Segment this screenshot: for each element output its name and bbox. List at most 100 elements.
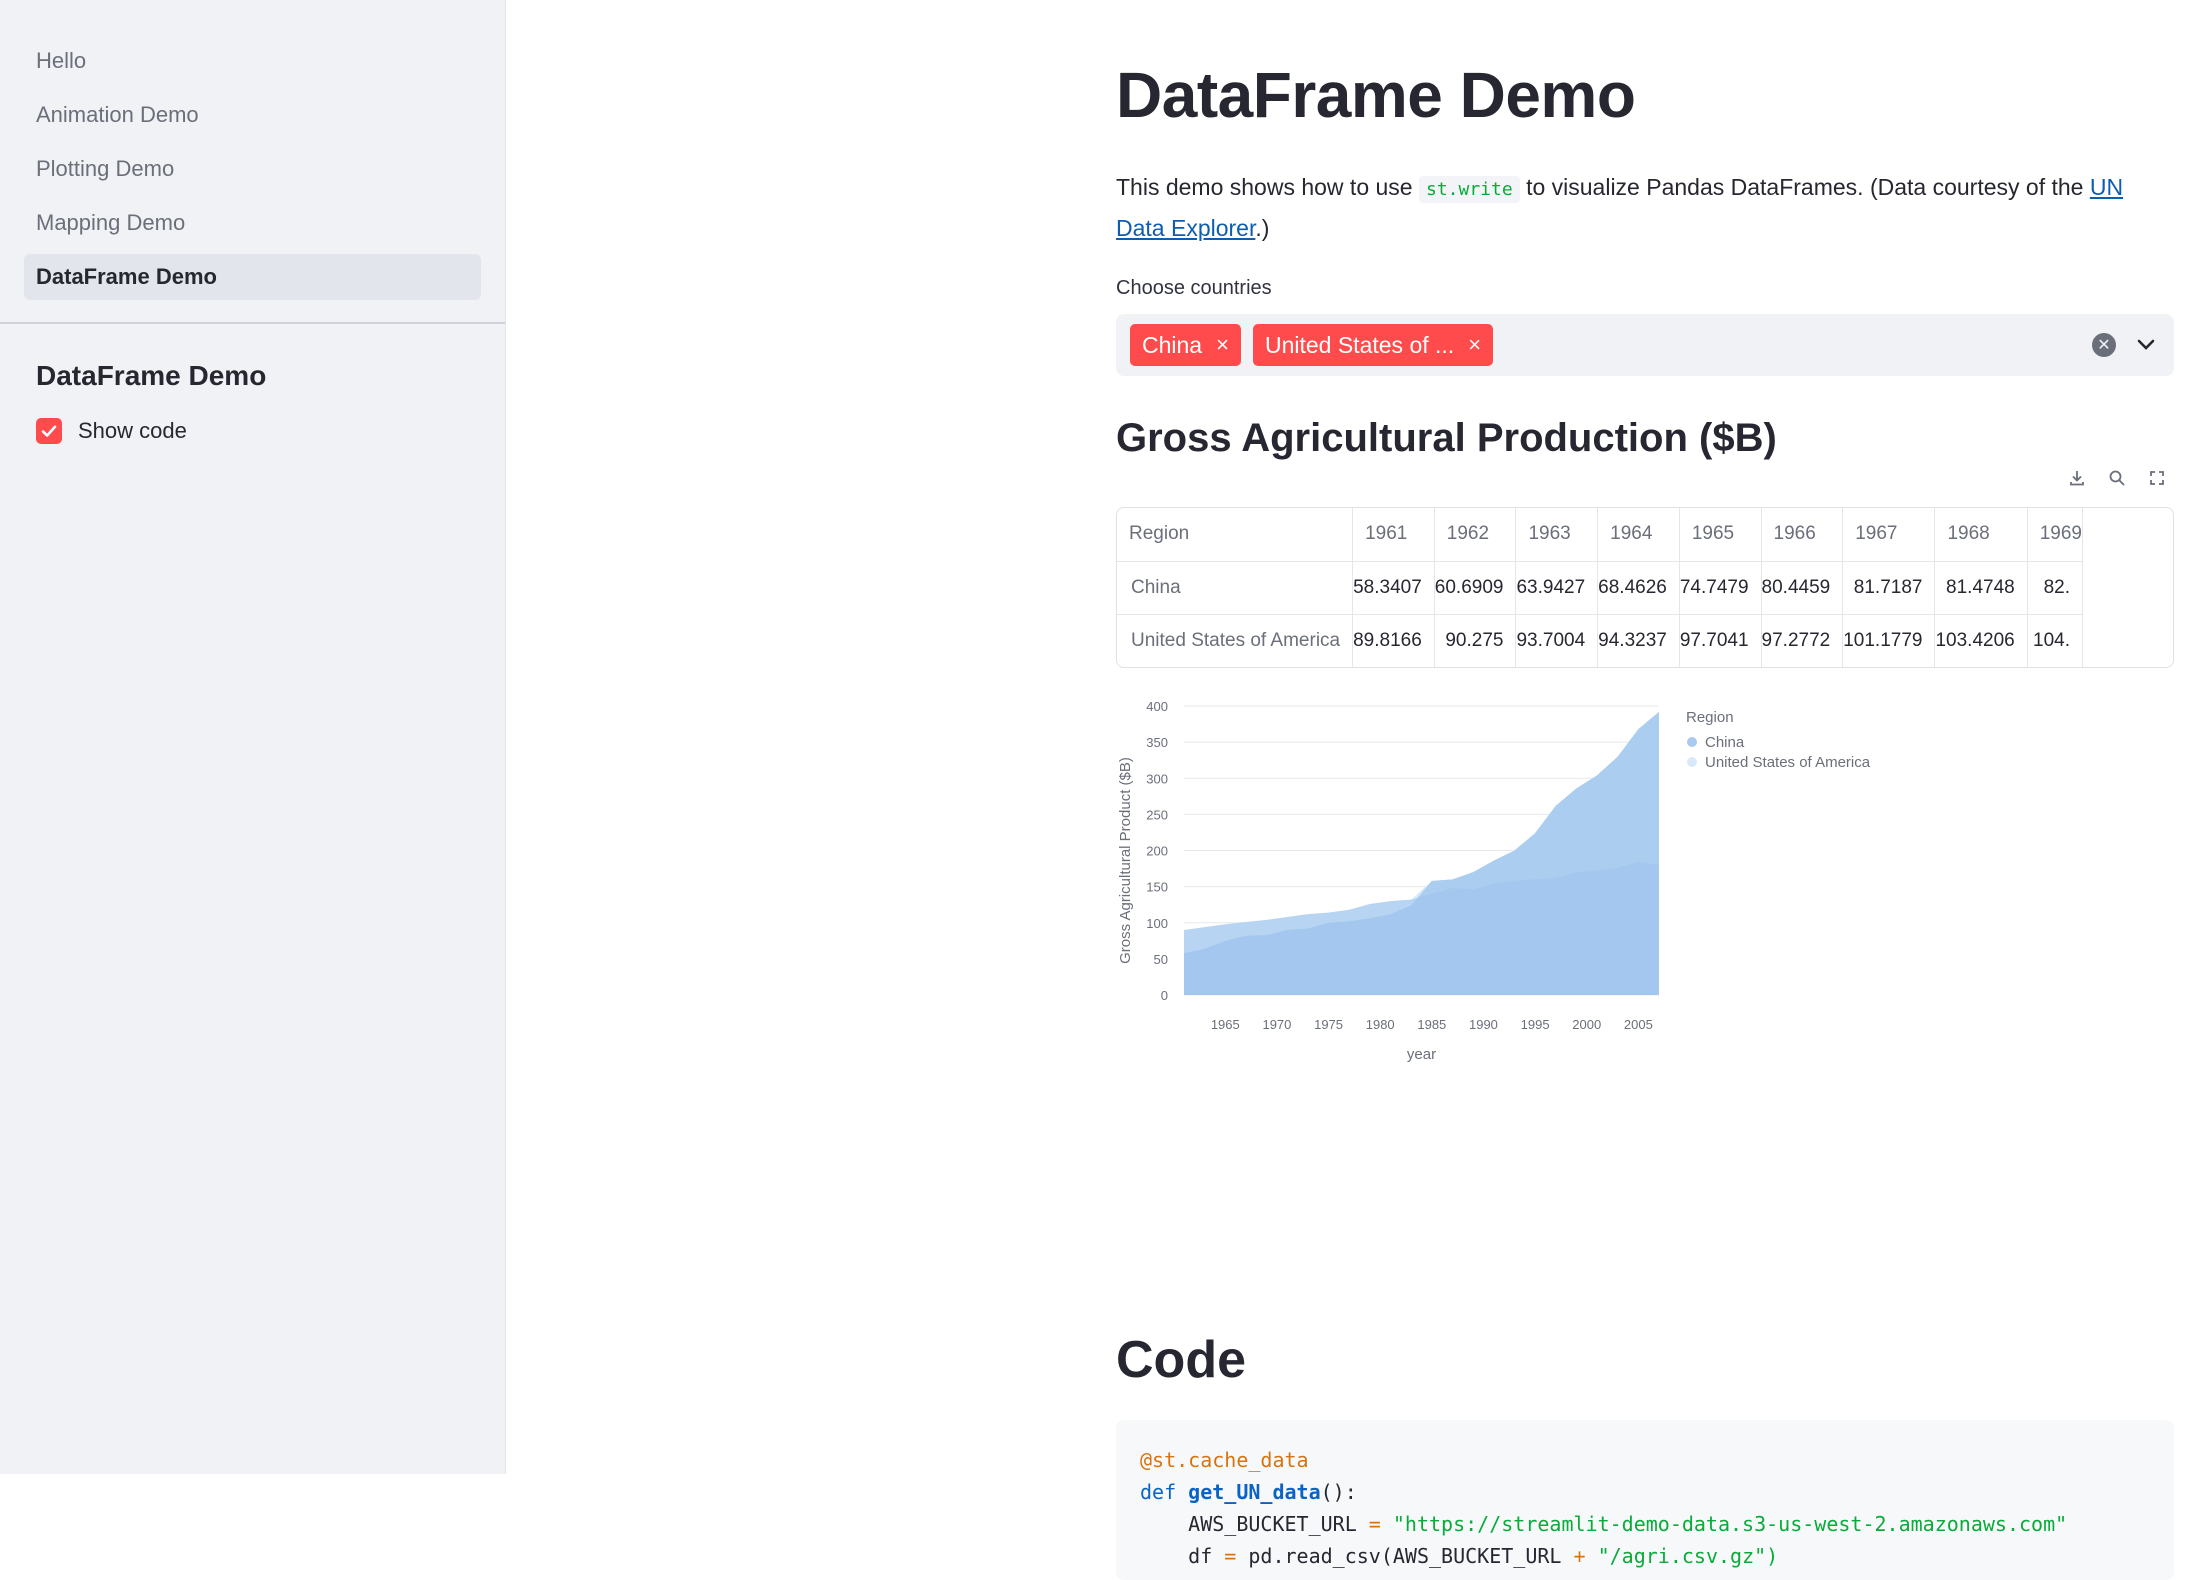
search-icon[interactable] <box>2104 465 2130 491</box>
table-cell: 103.4206 <box>1934 614 2028 667</box>
column-header[interactable]: 1961 <box>1352 508 1435 562</box>
y-tick-label: 200 <box>1146 844 1168 859</box>
close-icon[interactable]: × <box>1468 332 1481 358</box>
legend-swatch <box>1687 737 1697 747</box>
code-token: AWS_BUCKET_URL <box>1140 1512 1369 1536</box>
code-token: get_UN_data <box>1188 1480 1321 1504</box>
x-tick-label: 1970 <box>1262 1017 1291 1032</box>
code-line: AWS_BUCKET_URL = "https://streamlit-demo… <box>1140 1508 2150 1540</box>
table-cell: 81.4748 <box>1934 561 2028 615</box>
show-code-checkbox[interactable]: Show code <box>36 418 469 444</box>
area-chart[interactable]: 0 50 100 150 200 250 300 350 400 1965 1970 1975 1980… <box>1116 686 2174 1246</box>
table-cell: 74.7479 <box>1679 561 1762 615</box>
table-cell: 97.7041 <box>1679 614 1762 667</box>
table-cell: 60.6909 <box>1434 561 1517 615</box>
table-cell: 97.2772 <box>1761 614 1844 667</box>
code-token: pd.read_csv(AWS_BUCKET_URL <box>1236 1544 1574 1568</box>
code-block: @st.cache_datadef get_UN_data(): AWS_BUC… <box>1116 1420 2174 1580</box>
x-tick-label: 1985 <box>1417 1017 1446 1032</box>
sidebar-item-dataframe-demo[interactable]: DataFrame Demo <box>24 254 481 300</box>
sidebar-section: DataFrame Demo Show code <box>0 324 505 480</box>
y-tick-label: 100 <box>1146 916 1168 931</box>
clear-icon[interactable]: ✕ <box>2092 333 2116 357</box>
sidebar: Hello Animation Demo Plotting Demo Mapping … <box>0 0 506 1474</box>
code-title: Code <box>1116 1331 1246 1389</box>
table-cell: 101.1779 <box>1842 614 1936 667</box>
table-cell: 90.275 <box>1434 614 1517 667</box>
y-tick-label: 400 <box>1146 699 1168 714</box>
y-tick-label: 250 <box>1146 807 1168 822</box>
legend-title: Region <box>1686 709 1734 726</box>
code-token: (): <box>1320 1480 1357 1504</box>
code-token: "https://streamlit-demo-data.s3-us-west-… <box>1380 1512 2068 1536</box>
download-icon[interactable] <box>2064 465 2090 491</box>
chevron-down-icon[interactable] <box>2136 335 2156 355</box>
countries-label: Choose countries <box>1116 277 1272 299</box>
code-line: @st.cache_data <box>1140 1444 2150 1476</box>
y-tick-label: 0 <box>1161 988 1168 1003</box>
table-row[interactable]: United States of America 89.8166 90.275 93.… <box>1117 614 2084 667</box>
fullscreen-icon[interactable] <box>2144 465 2170 491</box>
dataframe-toolbar <box>1116 465 2174 497</box>
table-cell: 63.9427 <box>1515 561 1599 615</box>
intro-text: This demo shows how to use st.write to v… <box>1116 168 2174 247</box>
column-header[interactable]: 1964 <box>1597 508 1680 562</box>
column-header[interactable]: 1962 <box>1434 508 1517 562</box>
countries-multiselect[interactable]: China × United States of ... × ✕ <box>1116 314 2174 376</box>
column-header[interactable]: 1966 <box>1761 508 1844 562</box>
country-tag: United States of ... × <box>1252 324 1494 366</box>
table-header-row: Region 1961 1962 1963 1964 1965 1966 1967 1968 19… <box>1117 508 2084 562</box>
check-icon[interactable] <box>36 418 62 444</box>
x-tick-label: 2000 <box>1572 1017 1601 1032</box>
column-header[interactable]: 1968 <box>1934 508 2028 562</box>
legend-swatch <box>1687 757 1697 767</box>
column-header[interactable]: 1965 <box>1679 508 1762 562</box>
country-tag: China × <box>1130 324 1241 366</box>
column-header[interactable]: 1967 <box>1842 508 1936 562</box>
y-axis-label: Gross Agricultural Product ($B) <box>1117 757 1134 964</box>
area-series-overlap <box>1184 862 1659 995</box>
code-token: = <box>1224 1544 1237 1568</box>
legend-item: United States of America <box>1705 754 1871 771</box>
page-title: DataFrame Demo <box>1116 59 1636 131</box>
code-token: def <box>1140 1480 1189 1504</box>
x-axis-label: year <box>1407 1046 1436 1063</box>
x-tick-label: 1990 <box>1469 1017 1498 1032</box>
sidebar-item-mapping-demo[interactable]: Mapping Demo <box>24 200 481 246</box>
intro-after: to visualize Pandas DataFrames. (Data co… <box>1519 174 2090 200</box>
code-token: + <box>1573 1544 1586 1568</box>
row-header: China <box>1117 561 1354 615</box>
show-code-label: Show code <box>78 418 187 443</box>
column-header[interactable]: Region <box>1117 508 1354 562</box>
legend-item: China <box>1705 734 1745 751</box>
row-header: United States of America <box>1117 614 1354 667</box>
sidebar-item-plotting-demo[interactable]: Plotting Demo <box>24 146 481 192</box>
x-tick-label: 1975 <box>1314 1017 1343 1032</box>
dataframe-table[interactable]: Region 1961 1962 1963 1964 1965 1966 1967 1968 19… <box>1116 507 2174 668</box>
table-body: China 58.3407 60.6909 63.9427 68.4626 74.7479… <box>1117 561 2084 667</box>
section-title: Gross Agricultural Production ($B) <box>1116 416 1777 460</box>
table-cell: 80.4459 <box>1761 561 1844 615</box>
x-tick-label: 2005 <box>1624 1017 1653 1032</box>
y-tick-label: 50 <box>1154 952 1168 967</box>
code-line: df = pd.read_csv(AWS_BUCKET_URL + "/agri… <box>1140 1540 2150 1572</box>
table-cell: 89.8166 <box>1352 614 1435 667</box>
column-header[interactable]: 1963 <box>1515 508 1599 562</box>
intro-end: .) <box>1255 215 1270 241</box>
code-token: @st.cache_data <box>1140 1448 1309 1472</box>
sidebar-item-hello[interactable]: Hello <box>24 38 481 84</box>
x-tick-label: 1965 <box>1211 1017 1240 1032</box>
table-row[interactable]: China 58.3407 60.6909 63.9427 68.4626 74.7479… <box>1117 561 2084 615</box>
sidebar-item-animation-demo[interactable]: Animation Demo <box>24 92 481 138</box>
chart-svg: 0 50 100 150 200 250 300 350 400 1965 1970 1975 1980… <box>1117 699 1871 1063</box>
sidebar-section-title: DataFrame Demo <box>36 360 267 391</box>
column-header[interactable]: 1969 <box>2027 508 2084 562</box>
table-cell: 94.3237 <box>1597 614 1680 667</box>
intro-code: st.write <box>1418 176 1520 203</box>
main-content: DataFrame Demo This demo shows how to us… <box>1116 0 2174 1580</box>
code-line: def get_UN_data(): <box>1140 1476 2150 1508</box>
table-cell: 81.7187 <box>1842 561 1936 615</box>
y-tick-label: 150 <box>1146 880 1168 895</box>
close-icon[interactable]: × <box>1216 332 1229 358</box>
code-token: "/agri.csv.gz") <box>1585 1544 1779 1568</box>
